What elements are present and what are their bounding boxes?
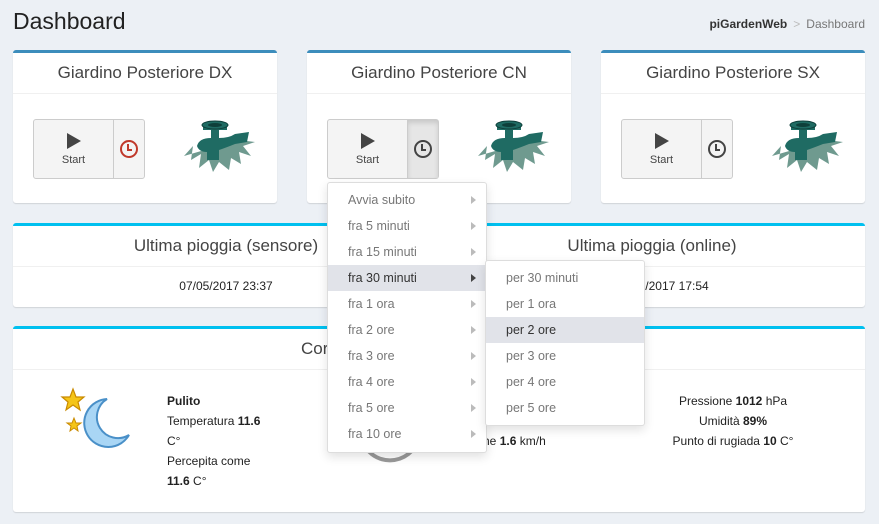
temperature-label: Temperatura — [167, 414, 235, 428]
feels-like-unit: C° — [193, 474, 207, 488]
caret-right-icon — [471, 274, 476, 282]
moon-stars-icon — [60, 387, 130, 448]
submenu-item-2-hours[interactable]: per 2 ore — [486, 317, 644, 343]
caret-right-icon — [471, 352, 476, 360]
zone-controls: Start — [621, 119, 733, 179]
duration-submenu: per 30 minuti per 1 ora per 2 ore per 3 … — [485, 260, 645, 426]
caret-right-icon — [471, 430, 476, 438]
page-header: Dashboard piGardenWeb > Dashboard — [0, 0, 879, 44]
breadcrumb-home[interactable]: piGardenWeb — [709, 17, 787, 31]
play-icon — [360, 132, 375, 149]
start-button[interactable]: Start — [622, 120, 702, 178]
valve-icon — [184, 120, 255, 172]
wind-value: 1.6 — [499, 434, 517, 448]
zone-title: Giardino Posteriore SX — [601, 53, 865, 94]
wind-info: he 1.6 km/h — [483, 431, 546, 451]
temperature-unit: C° — [167, 434, 181, 448]
wind-unit: km/h — [519, 434, 546, 448]
breadcrumb-separator: > — [793, 17, 801, 31]
menu-item-in-5-minutes[interactable]: fra 5 minuti — [328, 213, 486, 239]
menu-item-in-4-hours[interactable]: fra 4 ore — [328, 369, 486, 395]
weather-atmosphere: Pressione 1012 hPa Umidità 89% Punto di … — [653, 391, 813, 451]
start-button[interactable]: Start — [328, 120, 408, 178]
submenu-item-30-minutes[interactable]: per 30 minuti — [486, 265, 644, 291]
pressure-label: Pressione — [678, 394, 733, 408]
caret-right-icon — [471, 378, 476, 386]
zone-box-sx: Giardino Posteriore SX Start — [601, 50, 865, 203]
zone-controls: Start — [327, 119, 439, 179]
pressure-value: 1012 — [735, 394, 763, 408]
menu-item-in-3-hours[interactable]: fra 3 ore — [328, 343, 486, 369]
caret-right-icon — [471, 326, 476, 334]
zone-title: Giardino Posteriore DX — [13, 53, 277, 94]
caret-right-icon — [471, 196, 476, 204]
weather-current: Pulito Temperatura 11.6 C° Percepita com… — [167, 391, 287, 491]
menu-item-in-15-minutes[interactable]: fra 15 minuti — [328, 239, 486, 265]
schedule-button[interactable] — [114, 120, 144, 178]
start-label: Start — [61, 153, 86, 166]
breadcrumb: piGardenWeb > Dashboard — [709, 17, 865, 31]
play-icon — [66, 132, 81, 149]
clock-icon — [414, 140, 432, 158]
submenu-item-4-hours[interactable]: per 4 ore — [486, 369, 644, 395]
valve-icon — [478, 120, 549, 172]
breadcrumb-current: Dashboard — [806, 17, 865, 31]
menu-item-in-5-hours[interactable]: fra 5 ore — [328, 395, 486, 421]
schedule-button[interactable] — [408, 120, 438, 178]
caret-right-icon — [471, 300, 476, 308]
clock-icon — [120, 140, 138, 158]
dew-point-label: Punto di rugiada — [672, 434, 760, 448]
clock-icon — [708, 140, 726, 158]
pressure-unit: hPa — [765, 394, 788, 408]
caret-right-icon — [471, 248, 476, 256]
caret-right-icon — [471, 404, 476, 412]
start-label: Start — [649, 153, 674, 166]
zone-title: Giardino Posteriore CN — [307, 53, 571, 94]
schedule-menu: Avvia subito fra 5 minuti fra 15 minuti … — [327, 182, 487, 453]
zone-box-cn: Giardino Posteriore CN Start — [307, 50, 571, 203]
submenu-item-1-hour[interactable]: per 1 ora — [486, 291, 644, 317]
dew-point-value: 10 — [763, 434, 777, 448]
humidity-label: Umidità — [698, 414, 740, 428]
zone-box-dx: Giardino Posteriore DX Start — [13, 50, 277, 203]
start-label: Start — [355, 153, 380, 166]
temperature-value: 11.6 — [237, 414, 261, 428]
start-button[interactable]: Start — [34, 120, 114, 178]
menu-item-in-2-hours[interactable]: fra 2 ore — [328, 317, 486, 343]
menu-item-start-now[interactable]: Avvia subito — [328, 187, 486, 213]
menu-item-in-30-minutes[interactable]: fra 30 minuti — [328, 265, 486, 291]
humidity-value: 89% — [743, 414, 768, 428]
page-title: Dashboard — [13, 8, 126, 34]
dew-point-unit: C° — [779, 434, 794, 448]
menu-item-in-1-hour[interactable]: fra 1 ora — [328, 291, 486, 317]
submenu-item-5-hours[interactable]: per 5 ore — [486, 395, 644, 421]
feels-like-value: 11.6 — [167, 474, 190, 488]
menu-item-in-10-hours[interactable]: fra 10 ore — [328, 421, 486, 447]
feels-like-label: Percepita come — [167, 454, 251, 468]
caret-right-icon — [471, 222, 476, 230]
weather-condition: Pulito — [167, 394, 201, 408]
zone-controls: Start — [33, 119, 145, 179]
valve-icon — [772, 120, 843, 172]
submenu-item-3-hours[interactable]: per 3 ore — [486, 343, 644, 369]
schedule-button[interactable] — [702, 120, 732, 178]
play-icon — [654, 132, 669, 149]
